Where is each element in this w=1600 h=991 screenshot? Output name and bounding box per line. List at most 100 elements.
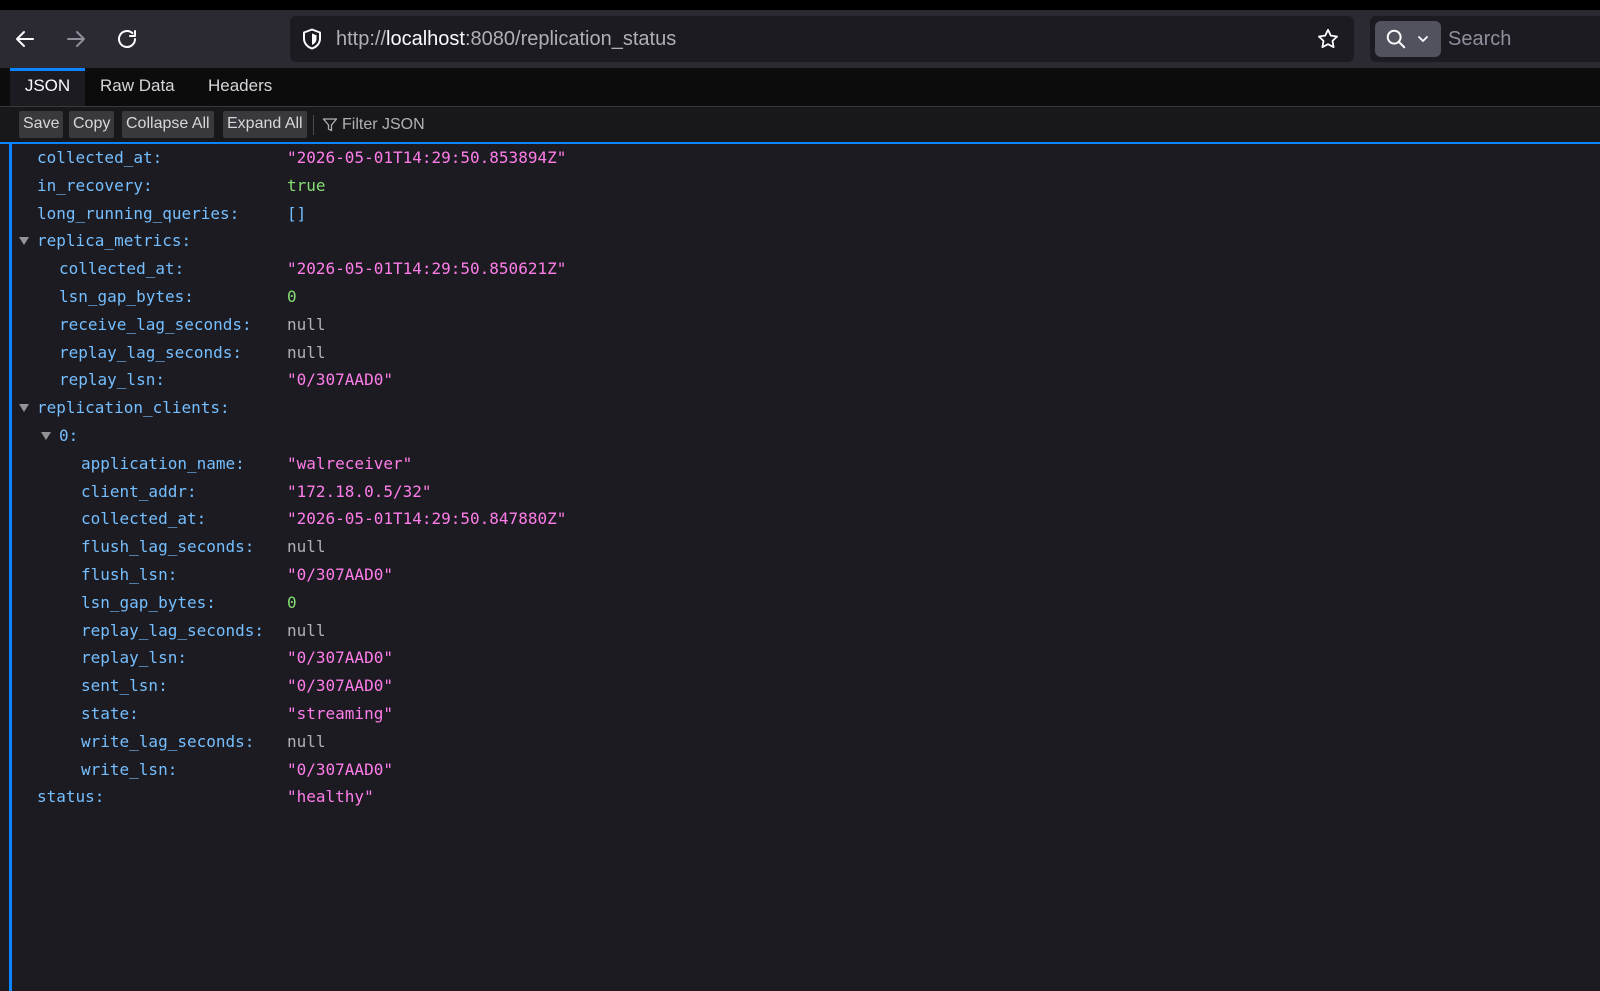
tree-key: write_lsn: bbox=[81, 759, 178, 779]
tree-row: collected_at: "2026-05-01T14:29:50.853894… bbox=[12, 144, 1592, 172]
json-toolbar: Save Copy Collapse All Expand All Filter… bbox=[0, 107, 1600, 144]
tree-value: true bbox=[287, 175, 326, 195]
tree-row: lsn_gap_bytes: 0 bbox=[12, 589, 1592, 617]
tree-value: "0/307AAD0" bbox=[287, 565, 393, 584]
tree-row: client_addr: "172.18.0.5/32" bbox=[12, 478, 1592, 506]
tree-key: write_lag_seconds: bbox=[81, 731, 255, 751]
filter-json-input[interactable]: Filter JSON bbox=[322, 111, 425, 138]
tree-row: state: "streaming" bbox=[12, 700, 1592, 728]
navigation-toolbar: http://localhost:8080/replication_status… bbox=[0, 10, 1600, 68]
reload-button[interactable] bbox=[110, 22, 144, 56]
search-bar[interactable]: Search bbox=[1370, 16, 1600, 62]
tree-row[interactable]: replication_clients: bbox=[12, 394, 1592, 422]
tree-value: null bbox=[287, 731, 326, 751]
filter-placeholder: Filter JSON bbox=[342, 115, 425, 133]
expand-toggle-icon[interactable] bbox=[19, 404, 29, 413]
tree-row: write_lag_seconds: null bbox=[12, 728, 1592, 756]
tree-key: client_addr: bbox=[81, 481, 197, 501]
tab-json[interactable]: JSON bbox=[10, 68, 85, 106]
save-button[interactable]: Save bbox=[19, 111, 64, 138]
tree-row[interactable]: replica_metrics: bbox=[12, 227, 1592, 255]
search-placeholder: Search bbox=[1448, 28, 1512, 50]
tree-value: "0/307AAD0" bbox=[287, 648, 393, 668]
tree-key: collected_at: bbox=[37, 148, 163, 167]
back-button[interactable] bbox=[8, 22, 42, 56]
url-bar[interactable]: http://localhost:8080/replication_status bbox=[290, 16, 1354, 62]
tree-key: sent_lsn: bbox=[81, 676, 168, 696]
reload-icon bbox=[118, 30, 136, 48]
shield-icon[interactable] bbox=[300, 27, 324, 51]
tree-key: state: bbox=[81, 704, 139, 723]
collapse-all-button[interactable]: Collapse All bbox=[122, 111, 214, 138]
tree-value: "streaming" bbox=[287, 704, 393, 723]
tree-value: null bbox=[287, 342, 326, 362]
tree-row: sent_lsn: "0/307AAD0" bbox=[12, 672, 1592, 700]
tree-row[interactable]: 0: bbox=[12, 422, 1592, 450]
tree-value: [] bbox=[287, 203, 307, 223]
tree-key: collected_at: bbox=[81, 509, 207, 529]
tree-value: "2026-05-01T14:29:50.850621Z" bbox=[287, 259, 567, 279]
tree-value: "172.18.0.5/32" bbox=[287, 481, 432, 501]
tree-key: long_running_queries: bbox=[37, 203, 240, 223]
url-text[interactable]: http://localhost:8080/replication_status bbox=[336, 28, 676, 51]
tree-row: replay_lag_seconds: null bbox=[12, 339, 1592, 367]
url-host: localhost bbox=[386, 28, 465, 50]
tree-value: "0/307AAD0" bbox=[287, 676, 393, 696]
expand-toggle-icon[interactable] bbox=[19, 237, 29, 246]
tree-key: replay_lsn: bbox=[59, 370, 165, 390]
tree-key: status: bbox=[37, 787, 105, 807]
filter-icon bbox=[322, 117, 338, 131]
tab-raw-data[interactable]: Raw Data bbox=[100, 68, 175, 106]
tab-headers[interactable]: Headers bbox=[208, 68, 272, 106]
expand-all-button[interactable]: Expand All bbox=[223, 111, 307, 138]
search-icon bbox=[1386, 29, 1406, 49]
tree-key: in_recovery: bbox=[37, 175, 153, 195]
tree-value: null bbox=[287, 537, 326, 557]
tree-row: in_recovery: true bbox=[12, 172, 1592, 200]
tree-value: "2026-05-01T14:29:50.847880Z" bbox=[287, 509, 567, 529]
forward-button[interactable] bbox=[59, 22, 93, 56]
url-scheme: http:// bbox=[336, 28, 387, 50]
expand-toggle-icon[interactable] bbox=[41, 432, 51, 440]
tree-key: replay_lag_seconds: bbox=[81, 620, 265, 640]
tree-key: receive_lag_seconds: bbox=[59, 314, 252, 334]
tree-key: replication_clients: bbox=[37, 398, 230, 418]
json-tree: collected_at: "2026-05-01T14:29:50.853894… bbox=[9, 144, 1600, 991]
arrow-right-icon bbox=[67, 31, 85, 47]
tree-key: lsn_gap_bytes: bbox=[81, 592, 216, 612]
tree-value: "0/307AAD0" bbox=[287, 759, 393, 779]
tree-row: lsn_gap_bytes: 0 bbox=[12, 283, 1592, 311]
copy-button[interactable]: Copy bbox=[69, 111, 115, 138]
arrow-left-icon bbox=[16, 31, 34, 47]
tree-value: null bbox=[287, 620, 326, 640]
window-top-strip bbox=[0, 0, 1600, 10]
tree-row: replay_lag_seconds: null bbox=[12, 617, 1592, 645]
tree-value: "2026-05-01T14:29:50.853894Z" bbox=[287, 148, 567, 167]
tree-key: replay_lsn: bbox=[81, 648, 187, 668]
tree-value: "walreceiver" bbox=[287, 453, 413, 473]
search-engine-button[interactable] bbox=[1375, 21, 1441, 57]
tree-key: replay_lag_seconds: bbox=[59, 342, 243, 362]
tree-key: replica_metrics: bbox=[37, 231, 192, 251]
url-path: :8080/replication_status bbox=[464, 28, 677, 50]
tree-row: collected_at: "2026-05-01T14:29:50.847880… bbox=[12, 505, 1592, 533]
tree-value: 0 bbox=[287, 287, 297, 306]
tree-row: receive_lag_seconds: null bbox=[12, 311, 1592, 339]
tree-key: lsn_gap_bytes: bbox=[59, 287, 194, 306]
json-viewer-tabs: JSON Raw Data Headers bbox=[0, 68, 1600, 107]
tree-row: replay_lsn: "0/307AAD0" bbox=[12, 644, 1592, 672]
tree-key: flush_lsn: bbox=[81, 565, 178, 584]
tree-key: collected_at: bbox=[59, 259, 185, 279]
tree-value: null bbox=[287, 314, 326, 334]
tree-row: replay_lsn: "0/307AAD0" bbox=[12, 366, 1592, 394]
tree-key: 0: bbox=[59, 426, 79, 445]
tree-value: 0 bbox=[287, 592, 297, 612]
tree-value: "healthy" bbox=[287, 787, 374, 807]
chevron-down-icon bbox=[1418, 36, 1428, 42]
tree-value: "0/307AAD0" bbox=[287, 370, 393, 390]
tree-row: collected_at: "2026-05-01T14:29:50.850621… bbox=[12, 255, 1592, 283]
tree-row: long_running_queries: [] bbox=[12, 200, 1592, 228]
tree-row: flush_lag_seconds: null bbox=[12, 533, 1592, 561]
tree-key: flush_lag_seconds: bbox=[81, 537, 255, 557]
bookmark-star-icon[interactable] bbox=[1316, 27, 1340, 51]
